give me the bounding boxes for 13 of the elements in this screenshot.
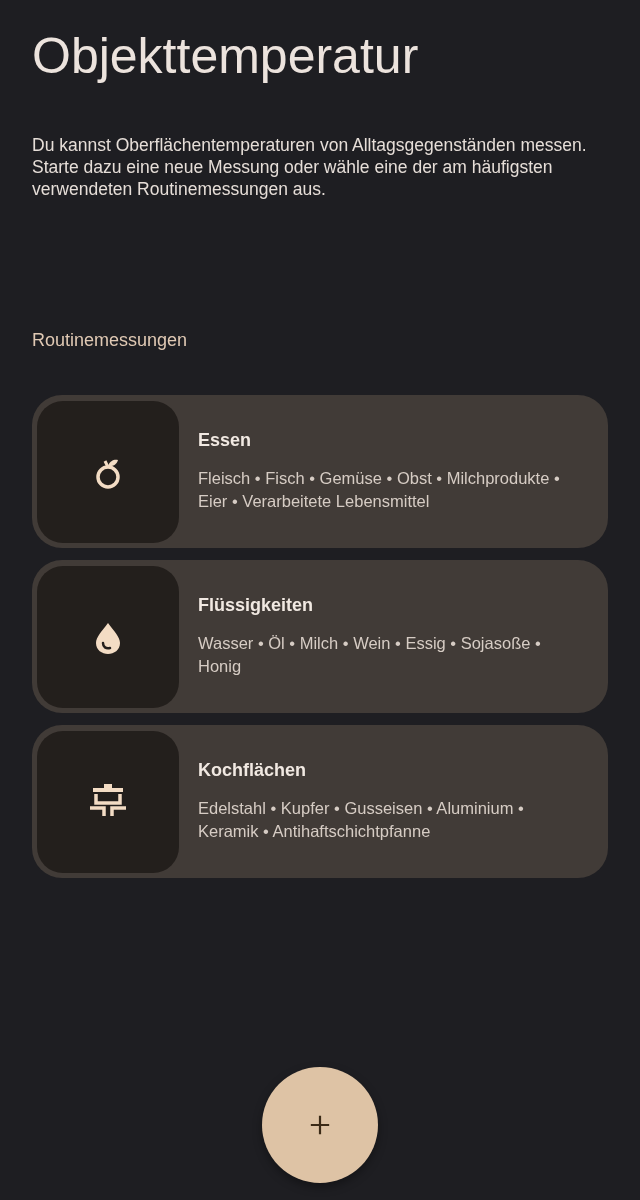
card-title: Flüssigkeiten [198,594,315,616]
card-description: Wasser • Öl • Milch • Wein • Essig • Sojasoße • Honig [198,632,542,677]
plus-icon [309,1114,331,1136]
description-text: Du kannst Oberflächentemperaturen von Alltagsgegenständen messen. Starte dazu eine neue Messung oder wähle eine der am häufigsten verwendeten Routinemessungen aus. [32,134,588,200]
page-title: Objekttemperatur [32,27,420,86]
section-label: Routinemessungen [32,330,189,351]
card-description: Fleisch • Fisch • Gemüse • Obst • Milchprodukte • Eier • Verarbeitete Lebensmittel [198,467,561,512]
routine-card[interactable]: Kochflächen Edelstahl • Kupfer • Gusseisen • Aluminium • Keramik • Antihaftschichtpfanne [32,725,608,878]
card-description: Edelstahl • Kupfer • Gusseisen • Aluminium • Keramik • Antihaftschichtpfanne [198,797,525,842]
routine-card[interactable]: Essen Fleisch • Fisch • Gemüse • Obst • Milchprodukte • Eier • Verarbeitete Lebensmittel [32,395,608,548]
routine-card[interactable]: Flüssigkeiten Wasser • Öl • Milch • Wein • Essig • Sojasoße • Honig [32,560,608,713]
card-title: Essen [198,429,253,451]
card-title: Kochflächen [198,759,308,781]
